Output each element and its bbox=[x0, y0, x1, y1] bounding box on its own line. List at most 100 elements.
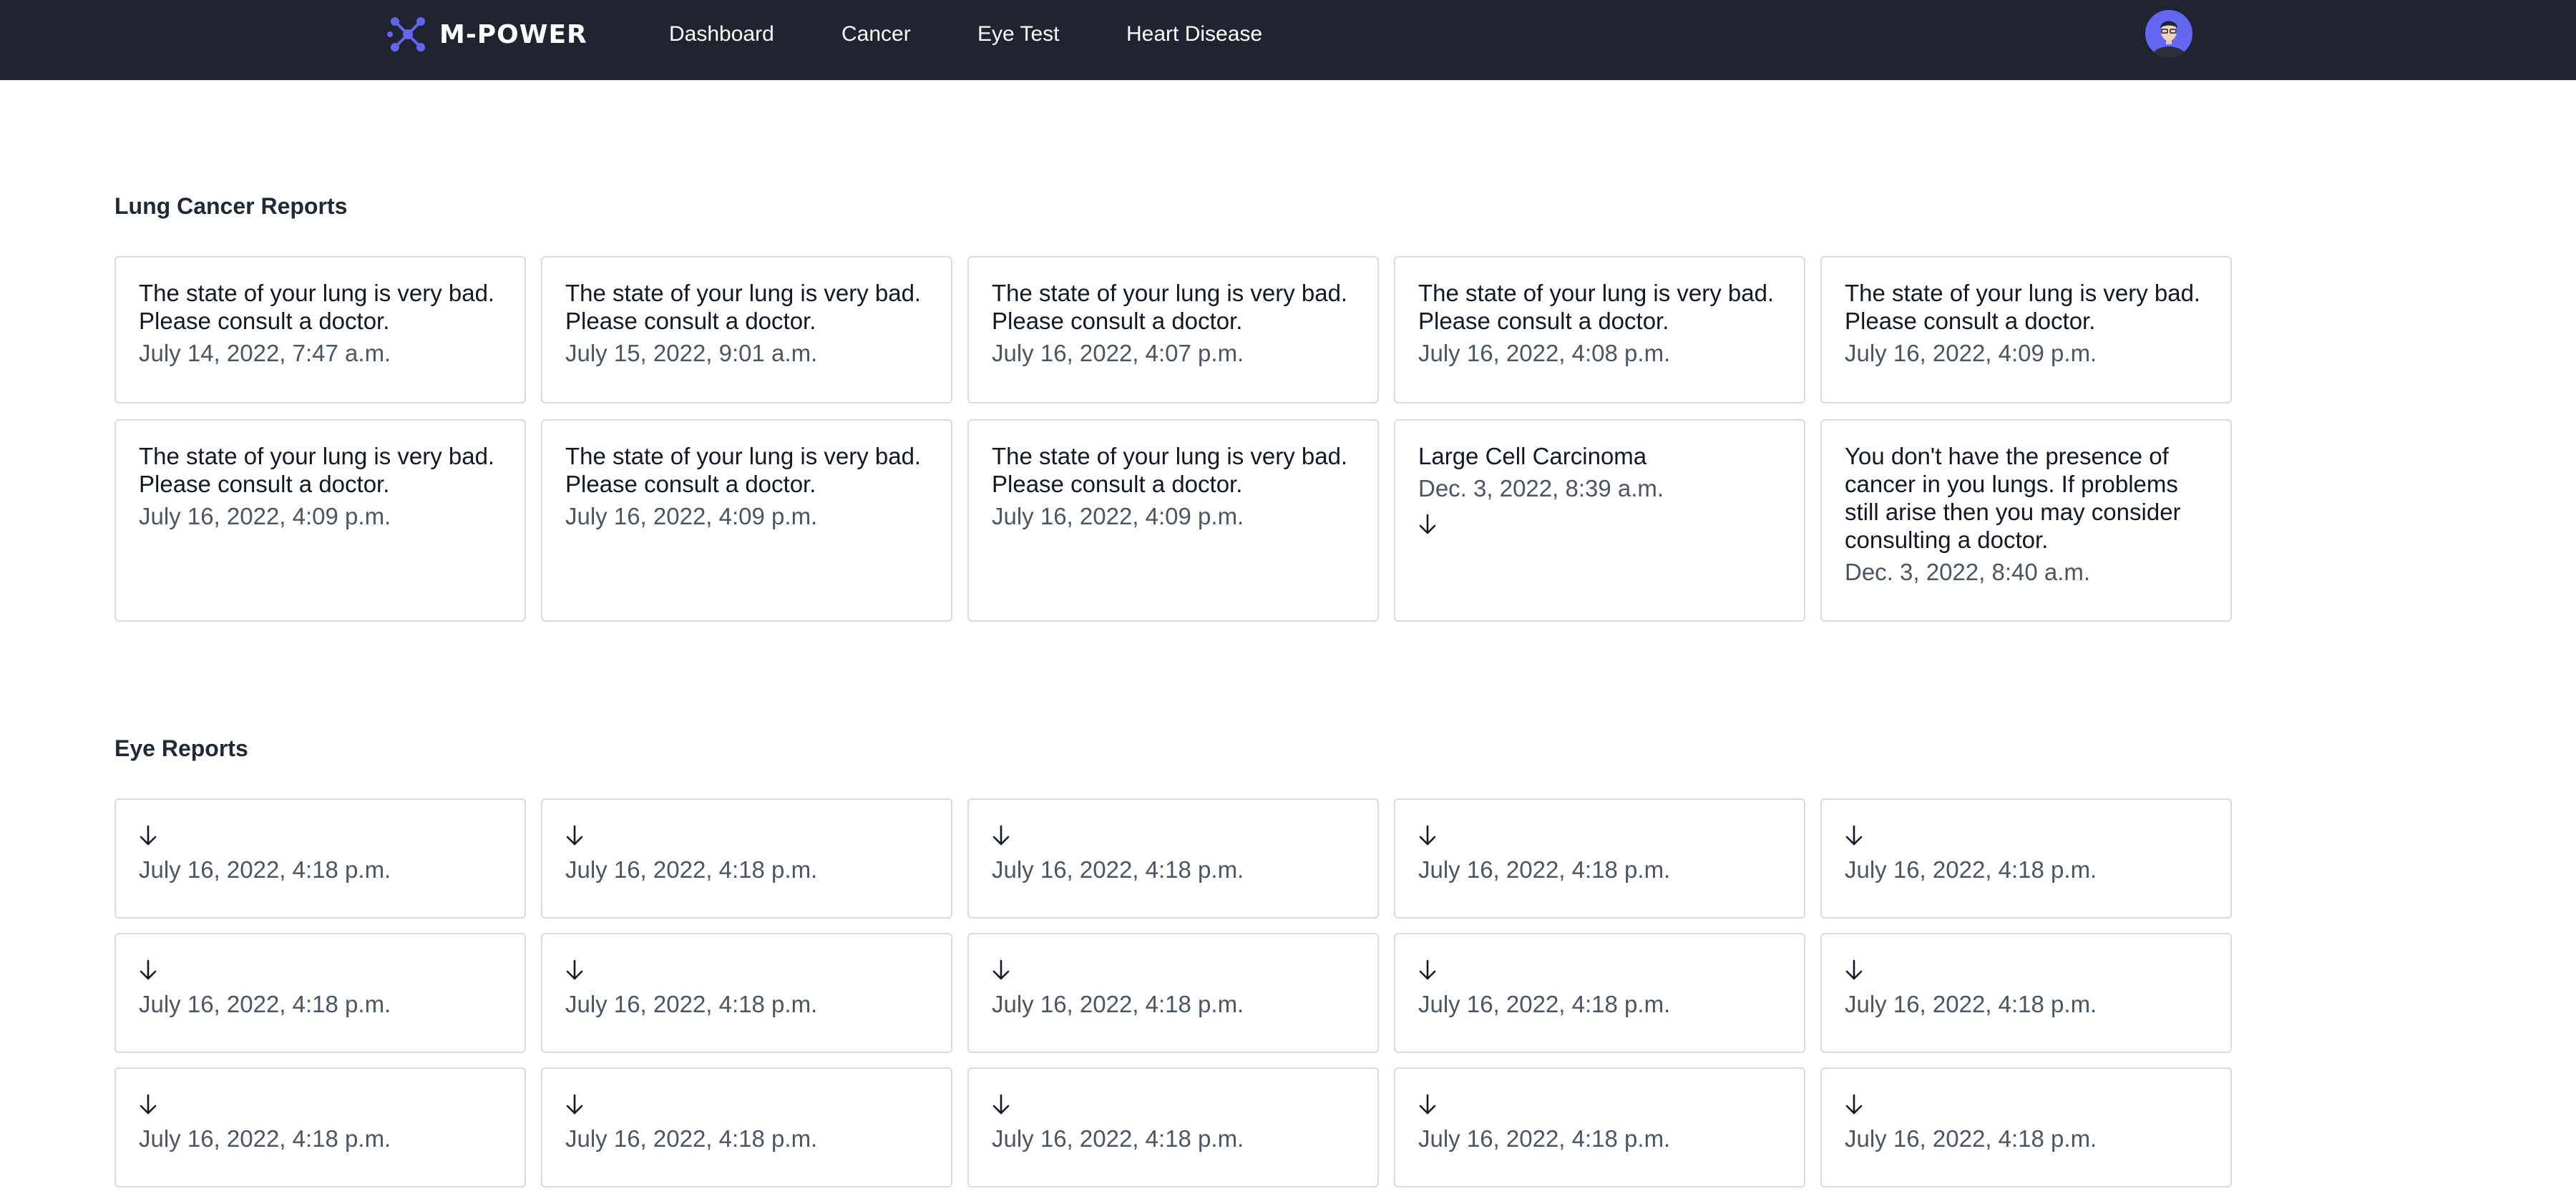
eye-report-card: July 16, 2022, 4:18 p.m. bbox=[541, 933, 952, 1053]
download-report-link[interactable] bbox=[1418, 513, 1440, 537]
report-result: The state of your lung is very bad. Plea… bbox=[565, 280, 922, 334]
eye-report-card: July 16, 2022, 4:18 p.m. bbox=[1820, 798, 2232, 919]
report-result: Large Cell Carcinoma bbox=[1418, 443, 1647, 469]
arrow-down-icon bbox=[1418, 824, 1440, 847]
report-date: July 15, 2022, 9:01 a.m. bbox=[565, 340, 818, 366]
report-date: July 16, 2022, 4:18 p.m. bbox=[992, 1125, 1244, 1152]
nav-dashboard[interactable]: Dashboard bbox=[669, 20, 774, 49]
report-date: July 14, 2022, 7:47 a.m. bbox=[139, 340, 391, 366]
arrow-down-icon bbox=[992, 824, 1013, 847]
download-report-link[interactable] bbox=[992, 959, 1013, 983]
download-report-link[interactable] bbox=[1418, 959, 1440, 983]
lung-report-card: You don't have the presence of cancer in… bbox=[1820, 419, 2232, 622]
report-result: The state of your lung is very bad. Plea… bbox=[1418, 280, 1775, 334]
lung-report-card: The state of your lung is very bad. Plea… bbox=[967, 419, 1379, 622]
arrow-down-icon bbox=[139, 1093, 160, 1116]
arrow-down-icon bbox=[1418, 1093, 1440, 1116]
lung-report-grid: The state of your lung is very bad. Plea… bbox=[114, 256, 2233, 622]
download-report-link[interactable] bbox=[139, 824, 160, 848]
report-date: July 16, 2022, 4:08 p.m. bbox=[1418, 340, 1671, 366]
download-report-link[interactable] bbox=[139, 959, 160, 983]
report-date: July 16, 2022, 4:09 p.m. bbox=[992, 503, 1244, 529]
arrow-down-icon bbox=[565, 824, 587, 847]
download-report-link[interactable] bbox=[992, 1093, 1013, 1117]
report-date: July 16, 2022, 4:18 p.m. bbox=[139, 991, 391, 1017]
download-report-link[interactable] bbox=[565, 824, 587, 848]
brand-name: M-POWER bbox=[439, 19, 587, 49]
eye-report-card: July 16, 2022, 4:18 p.m. bbox=[114, 798, 526, 919]
report-date: July 16, 2022, 4:07 p.m. bbox=[992, 340, 1244, 366]
eye-report-card: July 16, 2022, 4:18 p.m. bbox=[1820, 1067, 2232, 1188]
download-report-link[interactable] bbox=[565, 1093, 587, 1117]
report-date: July 16, 2022, 4:18 p.m. bbox=[1845, 856, 2097, 883]
user-avatar-button[interactable] bbox=[2145, 10, 2192, 57]
eye-report-card: July 16, 2022, 4:18 p.m. bbox=[1820, 933, 2232, 1053]
nav-heart-disease[interactable]: Heart Disease bbox=[1126, 20, 1262, 49]
download-report-link[interactable] bbox=[1845, 959, 1866, 983]
eye-report-card: July 16, 2022, 4:18 p.m. bbox=[541, 798, 952, 919]
molecule-logo-icon bbox=[386, 13, 429, 56]
report-date: July 16, 2022, 4:09 p.m. bbox=[139, 503, 391, 529]
download-report-link[interactable] bbox=[992, 824, 1013, 848]
report-date: Dec. 3, 2022, 8:39 a.m. bbox=[1418, 475, 1664, 501]
nav-cancer[interactable]: Cancer bbox=[841, 20, 911, 49]
user-avatar-icon bbox=[2145, 10, 2192, 57]
eye-report-card: July 16, 2022, 4:18 p.m. bbox=[114, 1067, 526, 1188]
arrow-down-icon bbox=[565, 959, 587, 982]
report-date: July 16, 2022, 4:18 p.m. bbox=[1418, 856, 1671, 883]
download-report-link[interactable] bbox=[1845, 824, 1866, 848]
report-date: July 16, 2022, 4:18 p.m. bbox=[1845, 991, 2097, 1017]
lung-report-card: Large Cell Carcinoma Dec. 3, 2022, 8:39 … bbox=[1394, 419, 1805, 622]
download-report-link[interactable] bbox=[139, 1093, 160, 1117]
download-report-link[interactable] bbox=[1418, 1093, 1440, 1117]
report-date: July 16, 2022, 4:18 p.m. bbox=[1845, 1125, 2097, 1152]
report-date: July 16, 2022, 4:18 p.m. bbox=[992, 991, 1244, 1017]
report-date: July 16, 2022, 4:18 p.m. bbox=[139, 856, 391, 883]
arrow-down-icon bbox=[1845, 959, 1866, 982]
report-date: July 16, 2022, 4:09 p.m. bbox=[1845, 340, 2097, 366]
download-report-link[interactable] bbox=[1845, 1093, 1866, 1117]
lung-report-card: The state of your lung is very bad. Plea… bbox=[967, 256, 1379, 403]
eye-report-grid: July 16, 2022, 4:18 p.m. July 16, 2022, … bbox=[114, 798, 2233, 1188]
lung-report-card: The state of your lung is very bad. Plea… bbox=[541, 256, 952, 403]
report-date: Dec. 3, 2022, 8:40 a.m. bbox=[1845, 559, 2091, 585]
brand-logo-link[interactable]: M-POWER bbox=[386, 13, 587, 56]
report-date: July 16, 2022, 4:18 p.m. bbox=[1418, 991, 1671, 1017]
arrow-down-icon bbox=[1845, 1093, 1866, 1116]
eye-report-card: July 16, 2022, 4:18 p.m. bbox=[541, 1067, 952, 1188]
eye-report-card: July 16, 2022, 4:18 p.m. bbox=[1394, 933, 1805, 1053]
top-navbar: M-POWER Dashboard Cancer Eye Test Heart … bbox=[0, 0, 2576, 80]
arrow-down-icon bbox=[139, 824, 160, 847]
eye-report-card: July 16, 2022, 4:18 p.m. bbox=[967, 1067, 1379, 1188]
arrow-down-icon bbox=[1845, 824, 1866, 847]
eye-report-card: July 16, 2022, 4:18 p.m. bbox=[1394, 1067, 1805, 1188]
report-result: The state of your lung is very bad. Plea… bbox=[565, 443, 922, 497]
lung-report-card: The state of your lung is very bad. Plea… bbox=[1394, 256, 1805, 403]
report-result: The state of your lung is very bad. Plea… bbox=[139, 280, 495, 334]
report-date: July 16, 2022, 4:18 p.m. bbox=[1418, 1125, 1671, 1152]
report-date: July 16, 2022, 4:18 p.m. bbox=[139, 1125, 391, 1152]
eye-report-card: July 16, 2022, 4:18 p.m. bbox=[1394, 798, 1805, 919]
arrow-down-icon bbox=[992, 959, 1013, 982]
arrow-down-icon bbox=[992, 1093, 1013, 1116]
lung-report-card: The state of your lung is very bad. Plea… bbox=[541, 419, 952, 622]
lung-report-card: The state of your lung is very bad. Plea… bbox=[114, 256, 526, 403]
report-result: The state of your lung is very bad. Plea… bbox=[1845, 280, 2201, 334]
arrow-down-icon bbox=[1418, 959, 1440, 982]
report-date: July 16, 2022, 4:18 p.m. bbox=[565, 856, 818, 883]
report-result: The state of your lung is very bad. Plea… bbox=[139, 443, 495, 497]
download-report-link[interactable] bbox=[1418, 824, 1440, 848]
report-date: July 16, 2022, 4:09 p.m. bbox=[565, 503, 818, 529]
eye-report-card: July 16, 2022, 4:18 p.m. bbox=[967, 933, 1379, 1053]
download-report-link[interactable] bbox=[565, 959, 587, 983]
report-result: The state of your lung is very bad. Plea… bbox=[992, 443, 1348, 497]
nav-eye-test[interactable]: Eye Test bbox=[977, 20, 1060, 49]
report-result: You don't have the presence of cancer in… bbox=[1845, 443, 2181, 553]
report-date: July 16, 2022, 4:18 p.m. bbox=[565, 991, 818, 1017]
lung-report-card: The state of your lung is very bad. Plea… bbox=[1820, 256, 2232, 403]
lung-cancer-reports-heading: Lung Cancer Reports bbox=[114, 193, 348, 219]
arrow-down-icon bbox=[565, 1093, 587, 1116]
lung-report-card: The state of your lung is very bad. Plea… bbox=[114, 419, 526, 622]
report-result: The state of your lung is very bad. Plea… bbox=[992, 280, 1348, 334]
eye-report-card: July 16, 2022, 4:18 p.m. bbox=[967, 798, 1379, 919]
